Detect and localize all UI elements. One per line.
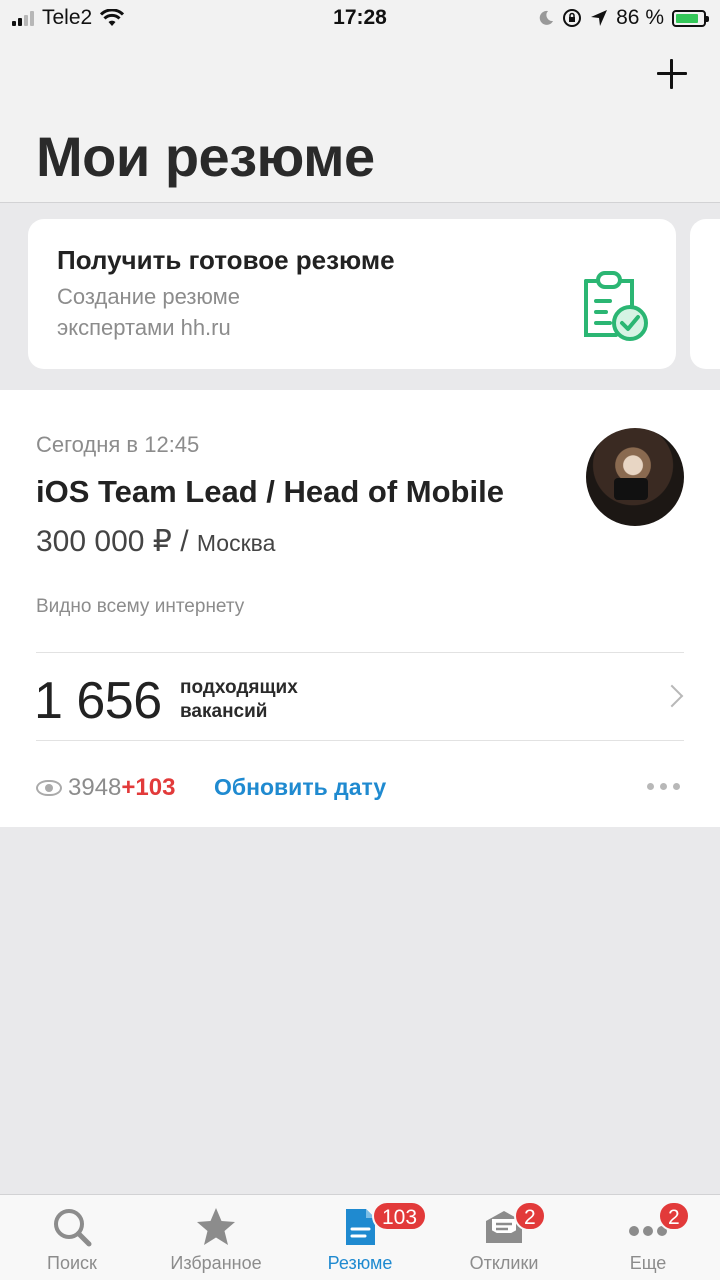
tab-label: Поиск [47,1253,97,1273]
page-title: Мои резюме [36,125,375,188]
update-date-button[interactable]: Обновить дату [214,774,386,801]
eye-icon [36,780,62,796]
status-bar: Tele2 17:28 86 % [0,0,720,38]
salary-separator: / [171,525,197,558]
resume-city: Москва [196,530,276,556]
search-icon [54,1209,92,1247]
battery-percent: 86 % [616,6,664,29]
tab-more[interactable]: Еще 2 [576,1195,720,1280]
chevron-right-icon[interactable] [660,684,684,708]
resume-card[interactable]: Сегодня в 12:45 iOS Team Lead / Head of … [0,390,720,827]
status-right: 86 % [538,6,709,30]
tab-label: Еще [629,1253,667,1273]
views-count: 3948 [68,774,122,801]
promo-card-next[interactable] [690,219,720,369]
resume-visibility: Видно всему интернету [36,596,245,617]
resume-date: Сегодня в 12:45 [36,432,200,457]
more-options-icon[interactable] [647,783,680,790]
tab-favorites[interactable]: Избранное [144,1195,288,1280]
promo-card[interactable]: Получить готовое резюме Создание резюме … [28,219,676,369]
tab-label: Избранное [170,1253,262,1273]
tab-label: Резюме [327,1253,393,1273]
tab-search[interactable]: Поиск [0,1195,144,1280]
badge: 2 [514,1201,546,1231]
battery-icon [672,9,709,27]
promo-title: Получить готовое резюме [57,245,395,275]
divider [36,740,684,741]
rotation-lock-icon [563,9,582,27]
badge: 103 [372,1201,428,1231]
resume-salary: 300 000 ₽ [36,525,172,558]
add-resume-button[interactable] [654,56,690,92]
tab-resume[interactable]: Резюме 103 [288,1195,432,1280]
views-new: +103 [121,774,176,801]
vacancies-label-line1: подходящих [180,677,298,698]
vacancies-label[interactable]: подходящих вакансий [180,676,298,724]
tab-bar: Поиск Избранное Резюме 103 Отклики 2 Еще… [0,1194,720,1280]
avatar [586,428,684,526]
views-counter: 3948+103 [36,774,175,802]
star-icon [197,1208,235,1245]
tab-responses[interactable]: Отклики 2 [432,1195,576,1280]
resume-title[interactable]: iOS Team Lead / Head of Mobile [36,474,504,510]
location-icon [591,10,608,26]
badge: 2 [658,1201,690,1231]
moon-icon [539,10,554,25]
promo-subtitle: Создание резюме экспертами hh.ru [57,284,241,340]
vacancies-count[interactable]: 1 656 [34,671,162,731]
vacancies-label-line2: вакансий [180,701,268,722]
promo-carousel[interactable]: Получить готовое резюме Создание резюме … [0,204,720,390]
resume-salary-line: 300 000 ₽ / Москва [36,524,275,559]
divider [36,652,684,653]
clipboard-check-icon [584,271,648,341]
tab-label: Отклики [469,1253,539,1273]
page-header: Мои резюме [0,38,720,203]
